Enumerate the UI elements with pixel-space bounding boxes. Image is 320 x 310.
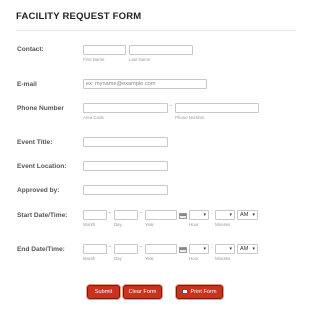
event-title-input[interactable] [83,137,168,147]
last-name-sublabel: Last Name [129,57,151,62]
last-name-input[interactable] [129,45,193,55]
chevron-down-icon: ▾ [252,212,255,218]
end-hour-select[interactable]: ▾ [189,244,209,254]
chevron-down-icon: ▾ [229,212,232,218]
event-location-label: Event Location: [17,163,67,170]
start-hour-sublabel: Hour [189,222,199,227]
start-minutes-sublabel: Minutes [215,222,231,227]
calendar-icon[interactable] [179,213,187,219]
phone-label: Phone Number [17,105,64,112]
phone-number-input[interactable] [175,103,259,113]
end-day-sublabel: Day [114,256,122,261]
start-minutes-select[interactable]: ▾ [215,210,235,220]
start-ampm-value: AM [240,212,249,218]
phone-separator: - [170,103,172,109]
end-month-input[interactable] [83,244,107,254]
end-ampm-select[interactable]: AM ▾ [237,244,258,254]
chevron-down-icon: ▾ [203,246,206,252]
phone-number-sublabel: Phone Number [175,115,205,120]
start-date-separator: - [140,210,142,216]
end-minutes-sublabel: Minutes [215,256,231,261]
start-hour-select[interactable]: ▾ [189,210,209,220]
submit-button[interactable]: Submit [87,285,120,299]
start-year-input[interactable] [145,210,177,220]
area-code-sublabel: Area Code [83,115,104,120]
clear-form-button[interactable]: Clear Form [123,285,162,299]
first-name-input[interactable] [83,45,126,55]
area-code-input[interactable] [83,103,168,113]
approved-by-label: Approved by: [17,187,60,194]
printer-icon [182,289,189,295]
start-month-sublabel: Month [83,222,96,227]
start-ampm-select[interactable]: AM ▾ [237,210,258,220]
start-day-sublabel: Day [114,222,122,227]
contact-label: Contact: [17,46,44,53]
end-date-separator: - [109,244,111,250]
print-form-label: Print Form [190,289,217,295]
print-form-button[interactable]: Print Form [176,285,223,299]
email-label: E-mail [17,81,37,88]
chevron-down-icon: ▾ [229,246,232,252]
start-time-separator: : [211,210,213,216]
calendar-icon[interactable] [179,247,187,253]
end-day-input[interactable] [114,244,138,254]
chevron-down-icon: ▾ [252,246,255,252]
start-day-input[interactable] [114,210,138,220]
first-name-sublabel: First Name [83,57,105,62]
end-month-sublabel: Month [83,256,96,261]
start-month-input[interactable] [83,210,107,220]
approved-by-input[interactable] [83,185,168,195]
start-year-sublabel: Year [145,222,154,227]
end-hour-sublabel: Hour [189,256,199,261]
end-year-input[interactable] [145,244,177,254]
start-date-separator: - [109,210,111,216]
end-datetime-label: End Date/Time: [17,246,65,253]
chevron-down-icon: ▾ [203,212,206,218]
end-year-sublabel: Year [145,256,154,261]
end-date-separator: - [140,244,142,250]
title-divider [16,30,296,31]
end-time-separator: : [211,244,213,250]
end-ampm-value: AM [240,246,249,252]
form-title: FACILITY REQUEST FORM [16,11,142,22]
end-minutes-select[interactable]: ▾ [215,244,235,254]
event-title-label: Event Title: [17,139,53,146]
event-location-input[interactable] [83,161,168,171]
start-datetime-label: Start Date/Time: [17,212,68,219]
email-input[interactable]: ex: myname@example.com [83,79,207,89]
